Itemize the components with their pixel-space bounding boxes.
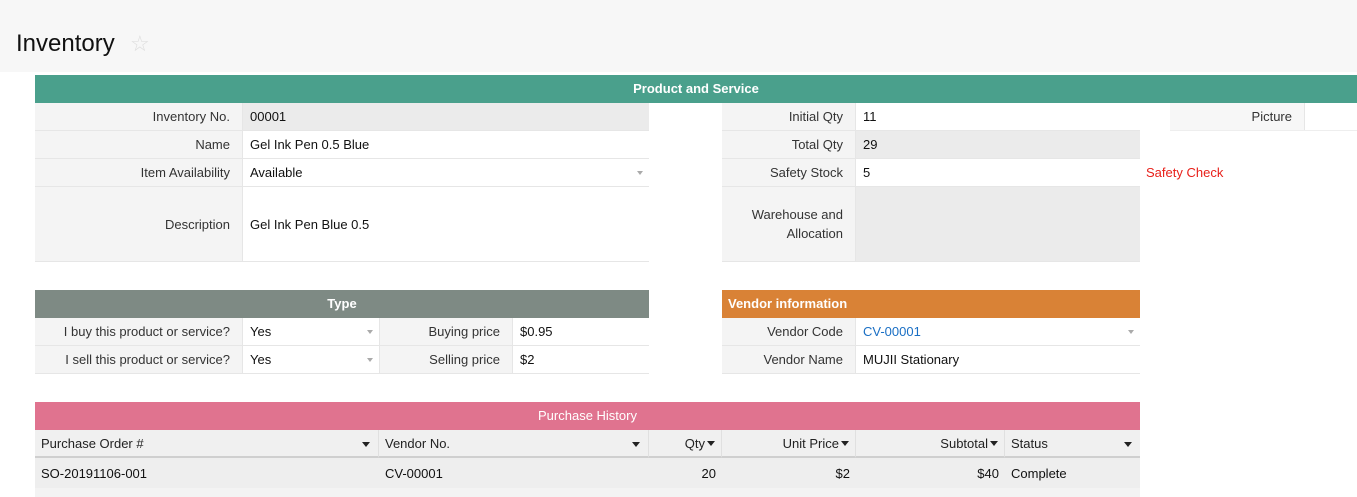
safety-stock-field[interactable]: 5 — [856, 159, 1140, 186]
safety-check-warning: Safety Check — [1146, 165, 1224, 180]
page-title: Inventory — [16, 30, 115, 57]
initial-qty-label: Initial Qty — [722, 103, 856, 130]
status-cell: Complete — [1011, 465, 1067, 481]
initial-qty-field[interactable]: 11 — [856, 103, 1140, 130]
chevron-down-icon[interactable] — [637, 170, 643, 175]
description-label: Description — [35, 187, 243, 261]
picture-label: Picture — [1170, 103, 1305, 130]
vendor-no-link[interactable]: CV-00001 — [379, 458, 649, 488]
chevron-down-icon[interactable] — [367, 329, 373, 334]
name-label: Name — [35, 131, 243, 158]
total-qty-row: Total Qty 29 — [722, 131, 1140, 159]
picture-field[interactable] — [1305, 103, 1357, 130]
sell-value: Yes — [250, 352, 272, 367]
column-header-unit-price[interactable]: Unit Price — [722, 430, 856, 458]
subtotal-cell: $40 — [977, 465, 999, 481]
picture-row: Picture — [1170, 103, 1357, 131]
warehouse-label-line1: Warehouse and — [751, 207, 843, 222]
availability-row: Item Availability Available — [35, 159, 649, 187]
vendor-code-row: Vendor Code CV-00001 — [722, 318, 1140, 346]
buy-value: Yes — [250, 324, 272, 339]
buying-price-field[interactable]: $0.95 — [513, 318, 649, 345]
sell-row: I sell this product or service? Yes Sell… — [35, 346, 649, 374]
vendor-code-label: Vendor Code — [722, 318, 856, 345]
sort-down-icon[interactable] — [990, 440, 998, 446]
po-link[interactable]: SO-20191106-001 — [35, 458, 379, 488]
history-section-header: Purchase History — [35, 402, 1140, 430]
warehouse-label-line2: Allocation — [786, 226, 843, 241]
sort-down-icon[interactable] — [841, 440, 849, 446]
column-header-qty[interactable]: Qty — [649, 430, 722, 458]
vendor-name-value: MUJII Stationary — [863, 352, 960, 367]
inventory-no-row: Inventory No. 00001 — [35, 103, 649, 131]
sell-label: I sell this product or service? — [35, 346, 243, 373]
vendor-name-row: Vendor Name MUJII Stationary — [722, 346, 1140, 374]
sort-down-icon[interactable] — [362, 442, 370, 447]
unit-price-cell: $2 — [835, 465, 850, 481]
total-qty-label: Total Qty — [722, 131, 856, 158]
buy-row: I buy this product or service? Yes Buyin… — [35, 318, 649, 346]
record-form: Product and Service Inventory No. 00001 … — [35, 75, 1357, 497]
column-header-subtotal[interactable]: Subtotal — [856, 430, 1005, 458]
sell-select[interactable]: Yes — [243, 346, 379, 373]
column-header-vendor-no[interactable]: Vendor No. — [379, 430, 649, 458]
warehouse-value — [856, 187, 1140, 261]
vendor-name-label: Vendor Name — [722, 346, 856, 373]
sort-down-icon[interactable] — [632, 442, 640, 447]
description-row: Description Gel Ink Pen Blue 0.5 — [35, 187, 649, 262]
vendor-code-select[interactable]: CV-00001 — [856, 318, 1140, 345]
buy-select[interactable]: Yes — [243, 318, 379, 345]
name-row: Name Gel Ink Pen 0.5 Blue — [35, 131, 649, 159]
name-field[interactable]: Gel Ink Pen 0.5 Blue — [243, 131, 649, 158]
history-table-header: Purchase Order # Vendor No. Qty Unit Pri… — [35, 430, 1140, 458]
selling-price-field[interactable]: $2 — [513, 346, 649, 373]
inventory-no-value: 00001 — [243, 103, 649, 130]
inventory-no-label: Inventory No. — [35, 103, 243, 130]
page-header: Inventory ☆ — [0, 0, 1357, 72]
sort-down-icon[interactable] — [707, 440, 715, 446]
qty-cell: 20 — [701, 465, 716, 481]
total-qty-value: 29 — [856, 131, 1140, 158]
type-section-header: Type — [35, 290, 649, 318]
favorite-star-icon[interactable]: ☆ — [130, 33, 150, 55]
vendor-code-link[interactable]: CV-00001 — [863, 324, 921, 339]
vendor-section-header: Vendor information — [722, 290, 1140, 318]
warehouse-row: Warehouse and Allocation — [722, 187, 1140, 262]
availability-label: Item Availability — [35, 159, 243, 186]
availability-value: Available — [250, 165, 303, 180]
description-field[interactable]: Gel Ink Pen Blue 0.5 — [243, 187, 649, 261]
warehouse-label: Warehouse and Allocation — [722, 187, 856, 261]
chevron-down-icon[interactable] — [367, 357, 373, 362]
safety-stock-row: Safety Stock 5 — [722, 159, 1140, 187]
chevron-down-icon[interactable] — [1128, 329, 1134, 334]
selling-price-label: Selling price — [379, 346, 513, 373]
initial-qty-row: Initial Qty 11 — [722, 103, 1140, 131]
table-row[interactable]: SO-20191106-001 CV-00001 20 $2 $40 Compl… — [35, 458, 1140, 488]
table-empty-row — [35, 488, 1140, 497]
buy-label: I buy this product or service? — [35, 318, 243, 345]
product-section-header: Product and Service — [35, 75, 1357, 103]
buying-price-label: Buying price — [379, 318, 513, 345]
safety-stock-label: Safety Stock — [722, 159, 856, 186]
column-header-status[interactable]: Status — [1005, 430, 1140, 458]
sort-down-icon[interactable] — [1124, 442, 1132, 447]
availability-select[interactable]: Available — [243, 159, 649, 186]
column-header-po[interactable]: Purchase Order # — [35, 430, 379, 458]
